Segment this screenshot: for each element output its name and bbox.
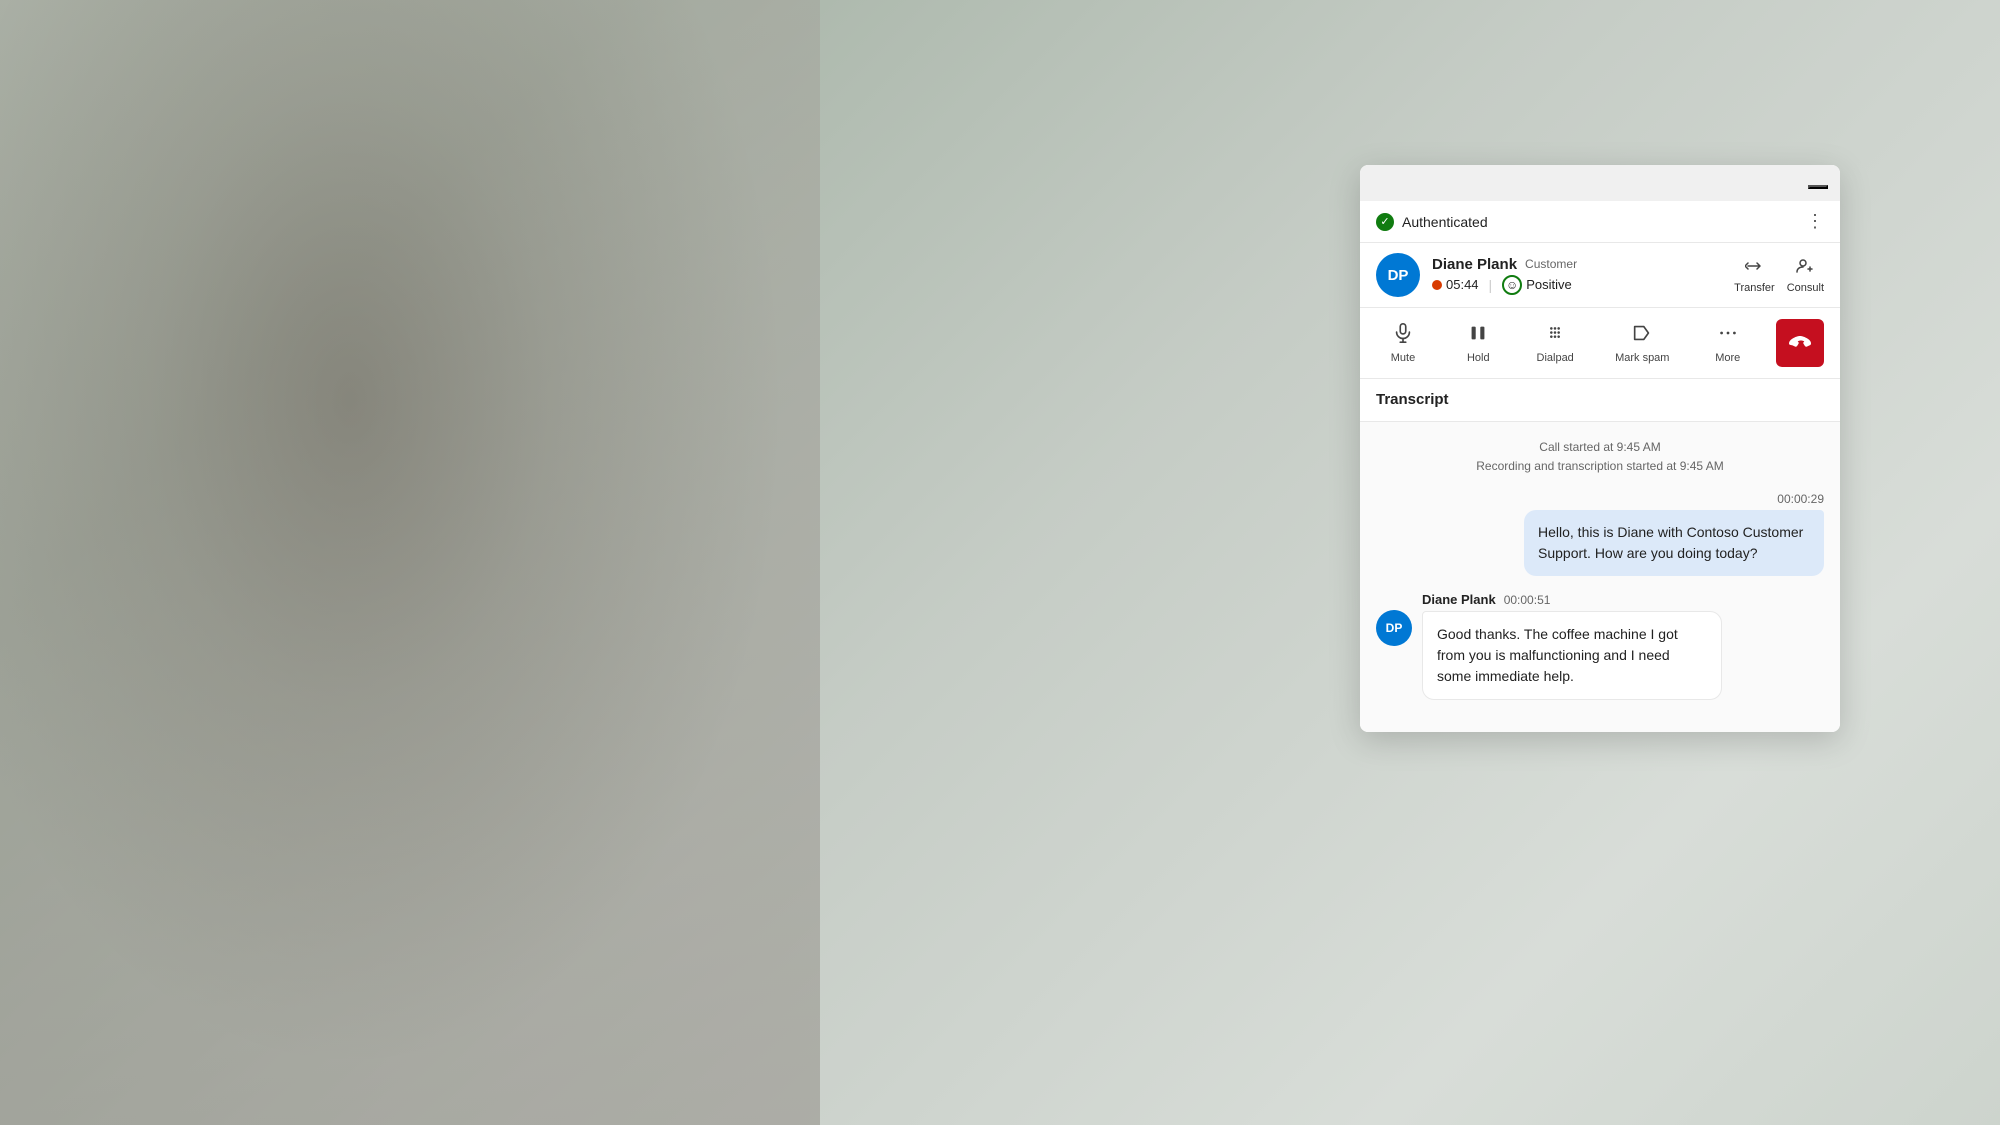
message-timestamp-outgoing: 00:00:29 — [1524, 492, 1824, 506]
call-started-text: Call started at 9:45 AM — [1376, 438, 1824, 457]
auth-more-button[interactable]: ⋮ — [1806, 211, 1824, 232]
controls-bar: Mute Hold — [1360, 308, 1840, 379]
transcript-header: Transcript — [1360, 379, 1840, 422]
msg2-sender: Diane Plank — [1422, 592, 1496, 607]
dialpad-icon — [1544, 322, 1566, 348]
caller-bar: DP Diane Plank Customer 05:44 | ☺ Positi… — [1360, 243, 1840, 308]
dialpad-button[interactable]: Dialpad — [1527, 316, 1584, 370]
more-label: More — [1715, 352, 1740, 364]
msg2-timestamp: 00:00:51 — [1504, 593, 1551, 607]
end-call-button[interactable] — [1776, 319, 1824, 367]
msg2-text: Good thanks. The coffee machine I got fr… — [1437, 626, 1678, 684]
message-row-outgoing: 00:00:29 Hello, this is Diane with Conto… — [1376, 492, 1824, 576]
caller-avatar: DP — [1376, 253, 1420, 297]
recording-started-text: Recording and transcription started at 9… — [1376, 457, 1824, 476]
msg1-text: Hello, this is Diane with Contoso Custom… — [1538, 524, 1803, 561]
mark-spam-button[interactable]: Mark spam — [1605, 316, 1679, 370]
more-button[interactable]: More — [1701, 316, 1755, 370]
sentiment-icon: ☺ — [1502, 275, 1522, 295]
msg1-timestamp: 00:00:29 — [1777, 492, 1824, 506]
divider: | — [1489, 277, 1493, 293]
message-sender-meta: Diane Plank 00:00:51 — [1422, 592, 1722, 607]
transfer-icon — [1745, 257, 1763, 280]
recording-dot — [1432, 280, 1442, 290]
three-dots-icon: ⋮ — [1806, 211, 1824, 231]
avatar-initials: DP — [1388, 267, 1409, 284]
sentiment-label: Positive — [1526, 277, 1572, 292]
panel-topbar — [1360, 165, 1840, 201]
timer-value: 05:44 — [1446, 277, 1479, 292]
call-timer: 05:44 — [1432, 277, 1479, 292]
sentiment-indicator: ☺ Positive — [1502, 275, 1572, 295]
hold-button[interactable]: Hold — [1451, 316, 1505, 370]
mute-label: Mute — [1391, 352, 1415, 364]
mark-spam-icon — [1631, 322, 1653, 348]
auth-bar: ✓ Authenticated ⋮ — [1360, 201, 1840, 243]
transcript-body: Call started at 9:45 AM Recording and tr… — [1360, 422, 1840, 732]
msg-avatar: DP — [1376, 610, 1412, 646]
message-content-incoming: Diane Plank 00:00:51 Good thanks. The co… — [1422, 592, 1722, 700]
bubble-incoming: Good thanks. The coffee machine I got fr… — [1422, 611, 1722, 700]
caller-info: Diane Plank Customer 05:44 | ☺ Positive — [1432, 256, 1722, 295]
message-content-outgoing: 00:00:29 Hello, this is Diane with Conto… — [1524, 492, 1824, 576]
mute-button[interactable]: Mute — [1376, 316, 1430, 370]
call-start-info: Call started at 9:45 AM Recording and tr… — [1376, 438, 1824, 476]
message-row-incoming: DP Diane Plank 00:00:51 Good thanks. The… — [1376, 592, 1824, 700]
person-photo — [0, 0, 820, 1125]
consult-label: Consult — [1787, 282, 1824, 294]
bubble-outgoing: Hello, this is Diane with Contoso Custom… — [1524, 510, 1824, 576]
consult-icon — [1796, 257, 1814, 280]
more-icon — [1717, 322, 1739, 348]
caller-actions: Transfer Consult — [1734, 257, 1824, 294]
mark-spam-label: Mark spam — [1615, 352, 1669, 364]
transfer-button[interactable]: Transfer — [1734, 257, 1775, 294]
auth-check-icon: ✓ — [1376, 213, 1394, 231]
end-call-icon — [1787, 327, 1813, 359]
transfer-label: Transfer — [1734, 282, 1775, 294]
auth-status: ✓ Authenticated — [1376, 213, 1488, 231]
caller-name-row: Diane Plank Customer — [1432, 256, 1722, 273]
hold-label: Hold — [1467, 352, 1490, 364]
minimize-button[interactable] — [1808, 185, 1828, 189]
mute-icon — [1392, 322, 1414, 348]
msg-avatar-initials: DP — [1386, 621, 1403, 635]
caller-name: Diane Plank — [1432, 256, 1517, 273]
call-panel: ✓ Authenticated ⋮ DP Diane Plank Custome… — [1360, 165, 1840, 732]
caller-status-row: 05:44 | ☺ Positive — [1432, 275, 1722, 295]
transcript-title: Transcript — [1376, 391, 1449, 408]
caller-role: Customer — [1525, 257, 1577, 271]
dialpad-label: Dialpad — [1537, 352, 1574, 364]
consult-button[interactable]: Consult — [1787, 257, 1824, 294]
auth-status-label: Authenticated — [1402, 214, 1488, 230]
hold-icon — [1467, 322, 1489, 348]
